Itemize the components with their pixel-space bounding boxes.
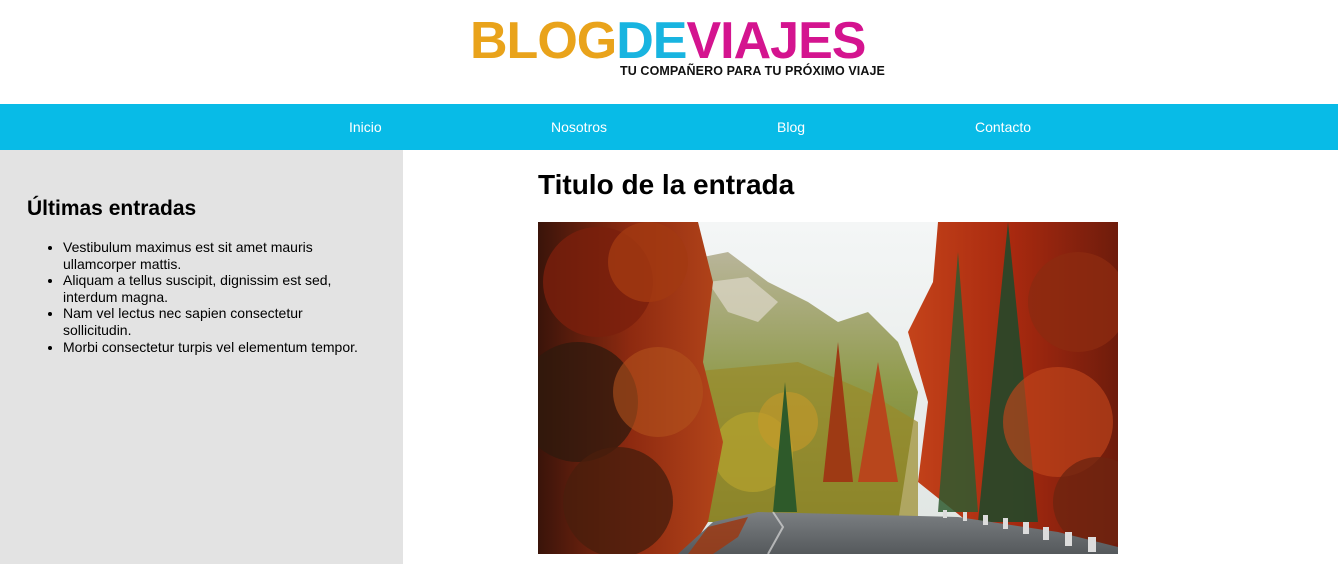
latest-entry-item[interactable]: Nam vel lectus nec sapien consectetur so… [63, 305, 373, 338]
main-nav: Inicio Nosotros Blog Contacto [0, 104, 1338, 150]
sidebar: Últimas entradas Vestibulum maximus est … [0, 150, 403, 564]
logo-text-de: DE [616, 12, 687, 70]
logo-wordmark: BLOGDEVIAJES [470, 12, 866, 70]
nav-link-blog[interactable]: Blog [777, 104, 805, 150]
nav-link-contacto[interactable]: Contacto [975, 104, 1031, 150]
logo-tagline: TU COMPAÑERO PARA TU PRÓXIMO VIAJE [620, 64, 885, 78]
latest-entry-item[interactable]: Vestibulum maximus est sit amet mauris u… [63, 239, 373, 272]
autumn-forest-road-icon [538, 222, 1118, 554]
sidebar-title: Últimas entradas [27, 197, 197, 220]
post-image [538, 222, 1118, 554]
latest-entry-item[interactable]: Morbi consectetur turpis vel elementum t… [63, 339, 373, 356]
site-header: BLOGDEVIAJES TU COMPAÑERO PARA TU PRÓXIM… [0, 0, 1338, 104]
post-title: Titulo de la entrada [538, 169, 795, 200]
logo-text-blog: BLOG [470, 12, 617, 70]
nav-link-inicio[interactable]: Inicio [349, 104, 382, 150]
logo-text-viajes: VIAJES [686, 12, 866, 70]
nav-link-nosotros[interactable]: Nosotros [551, 104, 607, 150]
latest-entry-item[interactable]: Aliquam a tellus suscipit, dignissim est… [63, 272, 373, 305]
site-logo[interactable]: BLOGDEVIAJES TU COMPAÑERO PARA TU PRÓXIM… [470, 12, 885, 84]
latest-entries-list: Vestibulum maximus est sit amet mauris u… [63, 239, 373, 355]
